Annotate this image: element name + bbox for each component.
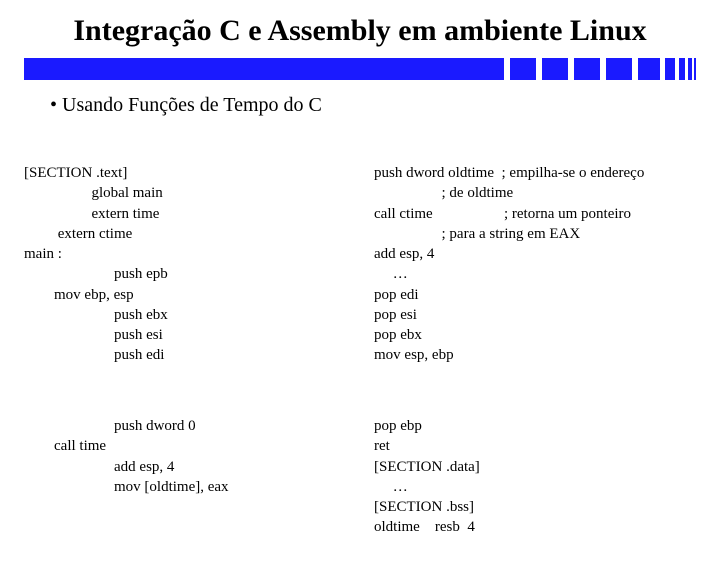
right-column: push dword oldtime ; empilha-se o endere… [374, 123, 696, 588]
divider-bar [24, 58, 696, 80]
code-block-left-2: push dword 0 call time add esp, 4 mov [o… [24, 416, 346, 497]
slide: Integração C e Assembly em ambiente Linu… [0, 0, 720, 540]
code-block-right-2: pop ebp ret [SECTION .data] … [SECTION .… [374, 416, 696, 538]
code-block-right-1: push dword oldtime ; empilha-se o endere… [374, 163, 696, 366]
code-columns: [SECTION .text] global main extern time … [24, 123, 696, 588]
left-column: [SECTION .text] global main extern time … [24, 123, 346, 588]
code-block-left-1: [SECTION .text] global main extern time … [24, 163, 346, 366]
page-title: Integração C e Assembly em ambiente Linu… [64, 12, 656, 50]
bullet-heading: Usando Funções de Tempo do C [50, 94, 696, 117]
